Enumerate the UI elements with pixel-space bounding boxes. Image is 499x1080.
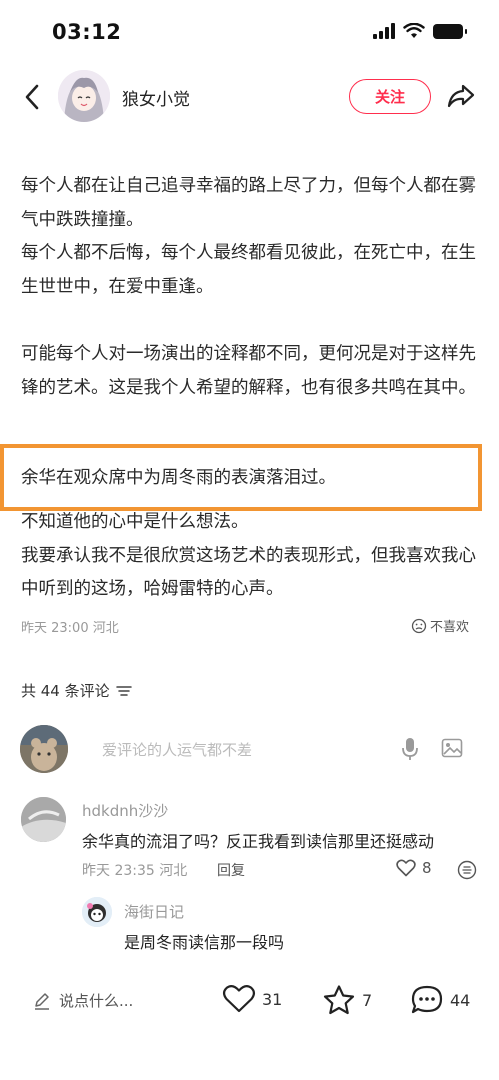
dislike-button[interactable]: 不喜欢: [411, 616, 469, 635]
comment-count[interactable]: 共 44 条评论: [21, 680, 132, 701]
wifi-icon: [403, 23, 425, 38]
status-icons: [373, 23, 467, 39]
like-button[interactable]: 31: [222, 984, 282, 1014]
comment-count-label: 共 44 条评论: [21, 682, 110, 700]
follow-button[interactable]: 关注: [349, 79, 431, 114]
author-avatar[interactable]: [58, 70, 110, 122]
highlighted-sentence: 余华在观众席中为周冬雨的表演落泪过。: [21, 468, 336, 488]
post-paragraph: 不知道他的心中是什么想法。: [21, 512, 249, 532]
post-meta: 昨天 23:00 河北: [21, 621, 119, 636]
post-paragraph: 可能每个人对一场演出的诠释都不同，更何况是对于这样先锋的艺术。这是我个人希望的解…: [21, 344, 476, 398]
reply-user-name[interactable]: 海街日记: [124, 901, 184, 922]
reply-text: 是周冬雨读信那一段吗: [124, 933, 285, 952]
bottom-action-bar: 说点什么... 31 7 44: [0, 964, 499, 1080]
post-content: 每个人都在让自己追寻幸福的路上尽了力，但每个人都在雾气中跌跌撞撞。 每个人都不后…: [21, 170, 481, 607]
comment-total: 44: [450, 990, 471, 1010]
collect-count: 7: [362, 990, 373, 1010]
pencil-icon: [35, 992, 49, 1010]
heart-icon: [396, 859, 416, 877]
signal-icon: [373, 23, 395, 39]
collect-button[interactable]: 7: [322, 984, 372, 1016]
status-bar: 03:12: [0, 0, 499, 64]
comment-options-icon[interactable]: [457, 860, 477, 880]
comment-input[interactable]: 爱评论的人运气都不差: [102, 739, 252, 760]
comment-bubble-icon: [411, 985, 443, 1014]
microphone-icon[interactable]: [400, 736, 420, 762]
battery-icon: [433, 23, 467, 39]
comment-text: 余华真的流泪了吗？反正我看到读信那里还挺感动: [82, 832, 435, 851]
post-paragraph: 每个人都不后悔，每个人最终都看见彼此，在死亡中，在生生世世中，在爱中重逢。: [21, 243, 476, 297]
dislike-label: 不喜欢: [429, 620, 469, 635]
highlight-annotation: 余华在观众席中为周冬雨的表演落泪过。: [0, 444, 482, 511]
post-paragraph: 每个人都在让自己追寻幸福的路上尽了力，但每个人都在雾气中跌跌撞撞。: [21, 176, 476, 230]
comment-like-count: 8: [422, 859, 432, 877]
back-icon[interactable]: [20, 82, 46, 112]
reply-avatar[interactable]: [82, 897, 112, 927]
commenter-avatar[interactable]: [21, 797, 66, 842]
comment-button[interactable]: 44: [410, 984, 470, 1016]
heart-icon: [222, 985, 256, 1013]
post-header: 狼女小觉 关注: [0, 64, 499, 130]
post-paragraph: 我要承认我不是很欣赏这场艺术的表现形式，但我喜欢我心中听到的这场，哈姆雷特的心声…: [21, 545, 476, 600]
share-icon[interactable]: [446, 82, 476, 110]
like-count: 31: [262, 989, 283, 1009]
image-icon[interactable]: [441, 738, 463, 758]
say-something-label: 说点什么...: [59, 992, 134, 1010]
star-icon: [323, 985, 355, 1015]
comment-like-button[interactable]: 8: [396, 859, 432, 877]
my-avatar: [20, 725, 68, 773]
commenter-name[interactable]: hdkdnh沙沙: [82, 800, 168, 821]
author-name[interactable]: 狼女小觉: [122, 85, 190, 110]
status-time: 03:12: [52, 20, 122, 44]
sad-face-icon: [411, 618, 427, 633]
comment-meta: 昨天 23:35 河北: [82, 863, 188, 879]
reply-button[interactable]: 回复: [217, 860, 245, 880]
say-something-input[interactable]: 说点什么...: [33, 990, 133, 1011]
sort-icon[interactable]: [115, 685, 132, 697]
